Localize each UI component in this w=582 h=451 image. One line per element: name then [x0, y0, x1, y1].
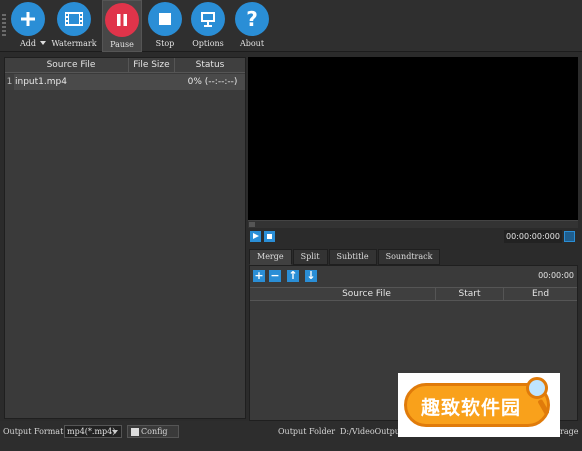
output-format-value: mp4(*.mp4) — [67, 427, 116, 436]
about-button[interactable]: ? About — [232, 0, 272, 52]
site-watermark-logo: 趣致软件园 — [398, 373, 560, 437]
watermark-button[interactable]: Watermark — [51, 0, 97, 52]
output-format-label: Output Format — [3, 427, 64, 436]
move-up-arrow-icon[interactable]: ↑ — [287, 270, 299, 282]
segment-list-header: Source File Start End — [250, 287, 577, 301]
output-folder-path[interactable]: D:/VideoOutpu — [340, 427, 400, 436]
question-icon: ? — [235, 2, 269, 36]
column-status[interactable]: Status — [175, 58, 245, 73]
row-status: 0% (--:--:--) — [187, 77, 238, 87]
toolbar-grip[interactable] — [2, 14, 6, 36]
config-button[interactable]: Config — [127, 425, 179, 438]
remove-segment-minus-icon[interactable]: − — [269, 270, 281, 282]
magnifier-icon — [526, 377, 548, 399]
film-icon — [57, 2, 91, 36]
seek-bar[interactable] — [248, 220, 578, 228]
output-format-select[interactable]: mp4(*.mp4) — [64, 425, 122, 438]
add-dropdown-arrow-icon[interactable] — [40, 41, 46, 45]
add-segment-plus-icon[interactable]: + — [253, 270, 265, 282]
output-folder-label: Output Folder — [278, 427, 336, 436]
column-end[interactable]: End — [503, 288, 577, 300]
stop-button[interactable]: Stop — [146, 0, 184, 52]
tab-merge[interactable]: Merge — [249, 249, 292, 265]
player-controls: 00:00:00:000 — [248, 229, 578, 247]
about-label: About — [239, 39, 265, 48]
column-start[interactable]: Start — [435, 288, 503, 300]
add-label: Add — [19, 39, 37, 48]
storage-text: rage — [560, 427, 579, 436]
file-list-panel: Source File File Size Status 1 input1.mp… — [4, 57, 246, 419]
tab-split[interactable]: Split — [292, 249, 328, 265]
stop-label: Stop — [155, 39, 175, 48]
config-checkbox-icon — [131, 428, 139, 436]
tab-soundtrack[interactable]: Soundtrack — [377, 249, 441, 265]
config-label: Config — [141, 427, 168, 436]
row-number: 1 — [5, 74, 14, 90]
column-file-size[interactable]: File Size — [129, 58, 175, 73]
player-time: 00:00:00:000 — [504, 230, 562, 243]
watermark-label: Watermark — [51, 39, 97, 48]
column-source-file[interactable]: Source File — [14, 58, 129, 73]
monitor-icon — [191, 2, 225, 36]
file-list-header: Source File File Size Status — [5, 58, 245, 73]
chevron-down-icon — [112, 430, 118, 434]
watermark-text: 趣致软件园 — [421, 397, 522, 419]
column-merge-source-file[interactable]: Source File — [298, 288, 435, 300]
pause-label: Pause — [110, 40, 134, 49]
video-preview[interactable] — [248, 57, 578, 220]
row-source-file: input1.mp4 — [15, 77, 67, 87]
snapshot-icon[interactable] — [564, 231, 575, 242]
edit-tabs: Merge Split Subtitle Soundtrack — [249, 249, 441, 265]
options-button[interactable]: Options — [188, 0, 228, 52]
play-icon[interactable] — [250, 231, 261, 242]
pause-button[interactable]: Pause — [102, 0, 142, 52]
move-down-arrow-icon[interactable]: ↓ — [305, 270, 317, 282]
table-row[interactable]: input1.mp4 0% (--:--:--) — [14, 74, 245, 90]
merge-toolbar: + − ↑ ↓ 00:00:00 — [250, 266, 577, 286]
stop-icon — [148, 2, 182, 36]
tab-subtitle[interactable]: Subtitle — [328, 249, 377, 265]
options-label: Options — [192, 39, 224, 48]
merge-time: 00:00:00 — [538, 271, 574, 280]
main-toolbar: Add Watermark Pause Stop Options ? About — [0, 0, 582, 52]
stop-playback-icon[interactable] — [264, 231, 275, 242]
pause-icon — [105, 3, 139, 37]
seek-handle[interactable] — [249, 222, 255, 227]
plus-icon — [11, 2, 45, 36]
